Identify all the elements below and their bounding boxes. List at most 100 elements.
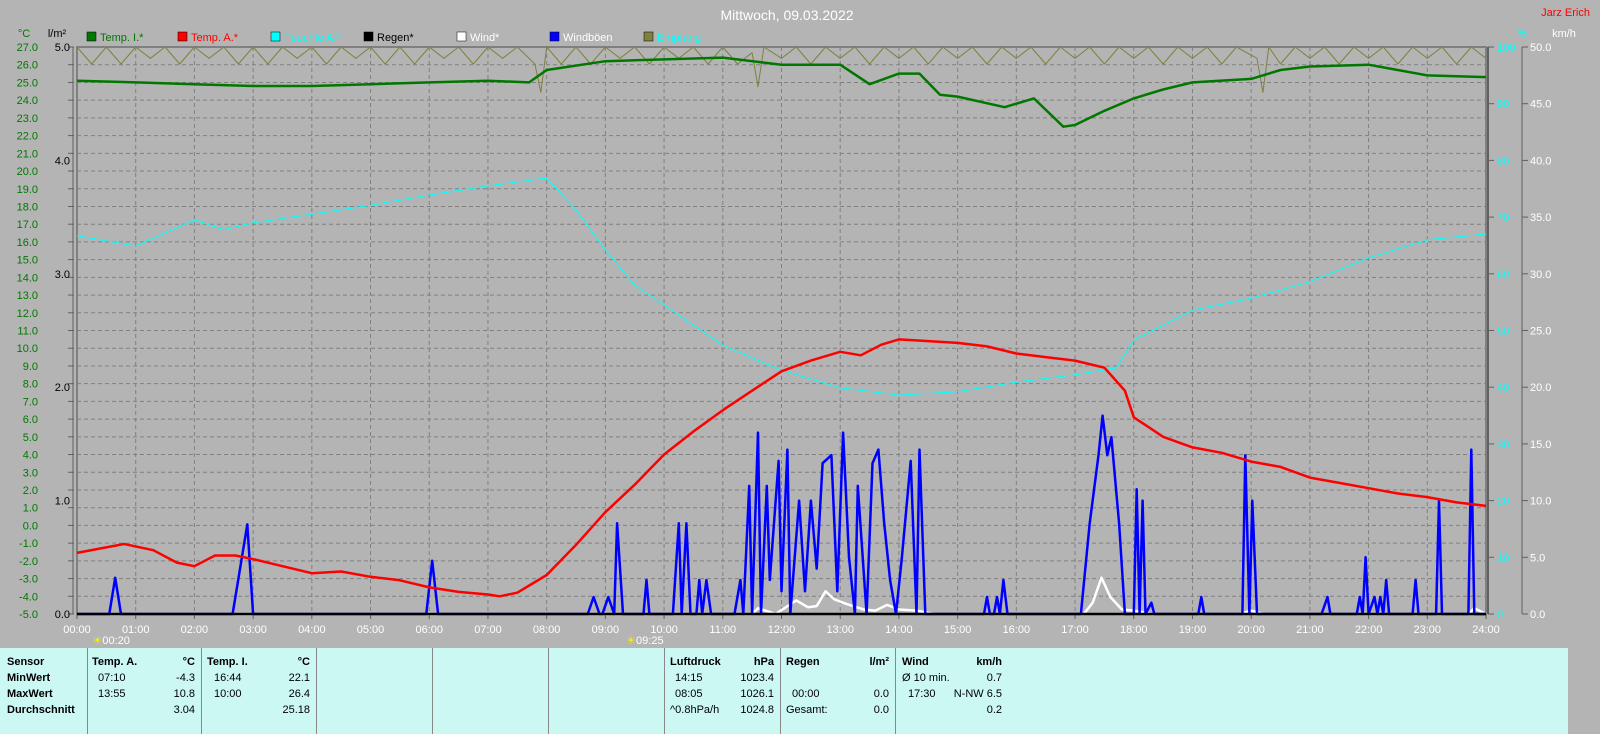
legend-label: Windböen — [563, 32, 613, 44]
legend-label: Temp. A.* — [191, 32, 239, 44]
x-tick-label: 04:00 — [298, 624, 326, 636]
temp-tick-label: 16.0 — [17, 237, 38, 249]
temp-a-max: 10.8 — [173, 688, 195, 700]
temp-tick-label: 14.0 — [17, 272, 38, 284]
rain-total: 0.0 — [873, 704, 889, 716]
x-tick-label: 20:00 — [1237, 624, 1265, 636]
temp-a-max-time: 13:55 — [98, 688, 126, 700]
temp-tick-label: 12.0 — [17, 308, 38, 320]
temp-i-header: Temp. I. — [207, 656, 248, 668]
rain-tick-label: 4.0 — [55, 155, 70, 167]
sensor-column: Sensor MinWert MaxWert Durchschnitt — [0, 648, 88, 734]
pressure-column: Luftdruck hPa 14:15 1023.4 08:05 1026.1 … — [665, 648, 781, 734]
legend-swatch — [643, 31, 654, 42]
wind-tick-label: 25.0 — [1530, 326, 1551, 338]
pressure-min: 1023.4 — [740, 672, 774, 684]
humidity-tick-label: 100 — [1497, 42, 1515, 54]
rain-tick-label: 2.0 — [55, 382, 70, 394]
x-tick-label: 15:00 — [944, 624, 972, 636]
wind-tick-label: 15.0 — [1530, 439, 1551, 451]
x-tick-label: 09:00 — [592, 624, 620, 636]
x-tick-label: 23:00 — [1414, 624, 1442, 636]
annotation-label: 09:25 — [636, 635, 664, 647]
x-tick-label: 21:00 — [1296, 624, 1324, 636]
sun-moon-icon: ☀ — [626, 635, 636, 647]
rain-tick-label: 3.0 — [55, 269, 70, 281]
legend-swatch — [363, 31, 374, 42]
temp-a-min-time: 07:10 — [98, 672, 126, 684]
temp-tick-label: 20.0 — [17, 166, 38, 178]
row-label-max: MaxWert — [7, 688, 53, 700]
rain-tick-label: 1.0 — [55, 496, 70, 508]
wind-max-time: 17:30 — [908, 688, 936, 700]
pressure-min-time: 14:15 — [675, 672, 703, 684]
temp-tick-label: 9.0 — [23, 361, 38, 373]
temp-tick-label: 15.0 — [17, 255, 38, 267]
wind-header: Wind — [902, 656, 929, 668]
temp-a-header: Temp. A. — [92, 656, 138, 668]
temp-tick-label: 0.0 — [23, 520, 38, 532]
temp-tick-label: 7.0 — [23, 396, 38, 408]
wind-tick-label: 20.0 — [1530, 382, 1551, 394]
temp-i-column: Temp. I. °C 16:44 22.1 10:00 26.4 25.18 — [202, 648, 317, 734]
legend-swatch — [177, 31, 188, 42]
pressure-unit: hPa — [753, 656, 774, 668]
x-tick-label: 07:00 — [474, 624, 502, 636]
humidity-tick-label: 10 — [1497, 552, 1509, 564]
temp-tick-label: 21.0 — [17, 148, 38, 160]
wind-unit: km/h — [976, 656, 1002, 668]
legend-label: Temp. I.* — [100, 32, 144, 44]
temp-i-max-time: 10:00 — [214, 688, 242, 700]
statistics-table: Sensor MinWert MaxWert Durchschnitt Temp… — [0, 648, 1568, 734]
temp-tick-label: 27.0 — [17, 42, 38, 54]
wind-tick-label: 40.0 — [1530, 155, 1551, 167]
temp-tick-label: 19.0 — [17, 184, 38, 196]
wind-axis-label: km/h — [1552, 28, 1576, 40]
legend-label: Empfang — [657, 32, 701, 44]
series-windböen — [77, 414, 1486, 616]
temp-i-avg: 25.18 — [282, 704, 310, 716]
temp-tick-label: 17.0 — [17, 219, 38, 231]
humidity-tick-label: 80 — [1497, 155, 1509, 167]
pressure-header: Luftdruck — [670, 656, 721, 668]
wind-tick-label: 35.0 — [1530, 212, 1551, 224]
annotation-label: 00:20 — [102, 635, 130, 647]
legend-swatch — [549, 31, 560, 42]
pressure-max-time: 08:05 — [675, 688, 703, 700]
x-tick-label: 16:00 — [1003, 624, 1031, 636]
temp-tick-label: 6.0 — [23, 414, 38, 426]
humidity-tick-label: 30 — [1497, 439, 1509, 451]
weather-chart: Mittwoch, 09.03.2022 Jarz Erich °C l/m² … — [17, 7, 1590, 647]
rain-header: Regen — [786, 656, 820, 668]
temp-tick-label: 23.0 — [17, 113, 38, 125]
x-tick-label: 19:00 — [1179, 624, 1207, 636]
wind-avg10-label: Ø 10 min. — [902, 672, 950, 684]
pressure-max: 1026.1 — [740, 688, 774, 700]
temp-tick-label: 18.0 — [17, 201, 38, 213]
humidity-tick-label: 70 — [1497, 212, 1509, 224]
wind-tick-label: 10.0 — [1530, 496, 1551, 508]
chart-title: Mittwoch, 09.03.2022 — [720, 7, 853, 23]
empty-column — [317, 648, 433, 734]
rain-total-label: Gesamt: — [786, 704, 828, 716]
humidity-tick-label: 90 — [1497, 99, 1509, 111]
temp-tick-label: 4.0 — [23, 450, 38, 462]
rain-tick-label: 5.0 — [55, 42, 70, 54]
wind-avg10: 0.7 — [986, 672, 1002, 684]
temp-tick-label: 11.0 — [17, 326, 38, 338]
temp-tick-label: 3.0 — [23, 467, 38, 479]
temp-a-min: -4.3 — [176, 672, 195, 684]
wind-tick-label: 50.0 — [1530, 42, 1551, 54]
legend-swatch — [270, 31, 281, 42]
humidity-tick-label: 50 — [1497, 326, 1509, 338]
empty-column — [549, 648, 665, 734]
wind-tick-label: 30.0 — [1530, 269, 1551, 281]
x-tick-label: 22:00 — [1355, 624, 1383, 636]
temp-a-column: Temp. A. °C 07:10 -4.3 13:55 10.8 3.04 — [88, 648, 202, 734]
temp-tick-label: 8.0 — [23, 379, 38, 391]
wind-tick-label: 0.0 — [1530, 609, 1545, 621]
humidity-tick-label: 40 — [1497, 382, 1509, 394]
temp-i-unit: °C — [297, 656, 310, 668]
pressure-trend: ^0.8hPa/h — [670, 704, 720, 716]
x-tick-label: 14:00 — [885, 624, 913, 636]
